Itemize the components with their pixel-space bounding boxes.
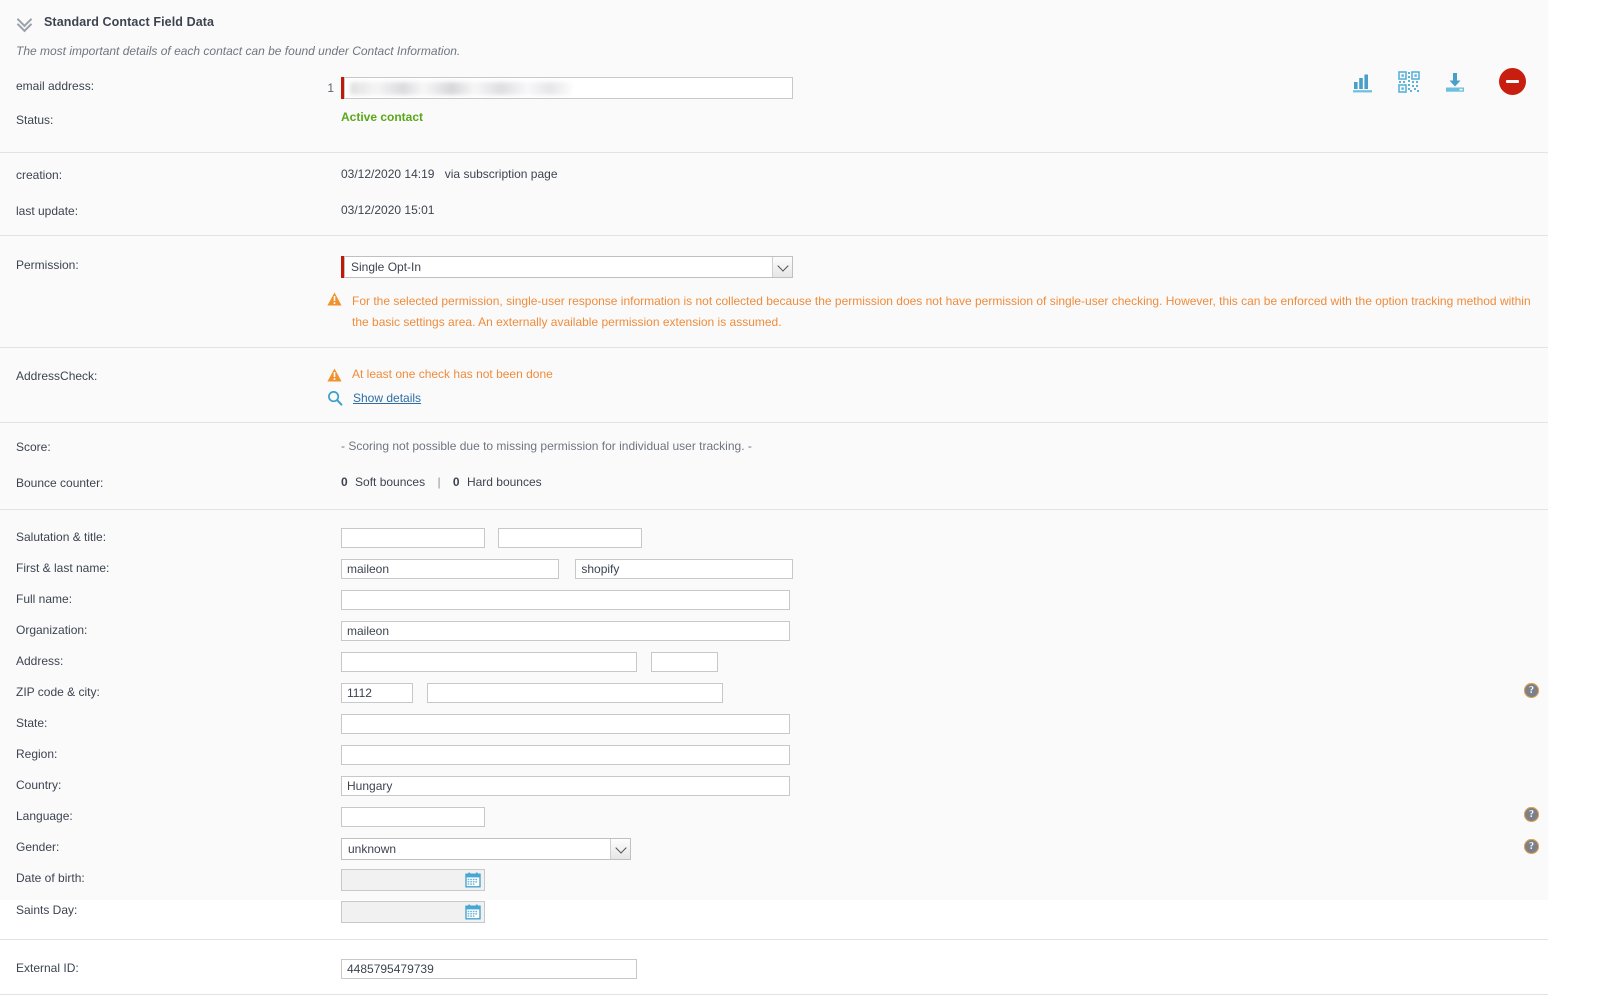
- row-bounce-counter: Bounce counter: 0 Soft bounces | 0 Hard …: [0, 471, 1548, 497]
- zip-city-help-icon[interactable]: ?: [1524, 683, 1539, 698]
- external-id-input[interactable]: [341, 959, 637, 979]
- country-input[interactable]: [341, 776, 790, 796]
- warning-triangle-icon: [327, 368, 342, 382]
- state-input[interactable]: [341, 714, 790, 734]
- house-number-input[interactable]: [651, 652, 718, 672]
- permission-select[interactable]: Single Opt-In: [344, 256, 793, 278]
- first-last-name-label: First & last name:: [16, 556, 320, 575]
- row-email-address: email address: 1: [0, 74, 1548, 100]
- first-name-input[interactable]: [341, 559, 559, 579]
- row-first-last-name: First & last name:: [0, 556, 1548, 582]
- salutation-title-label: Salutation & title:: [16, 525, 320, 544]
- row-status: Status: Active contact: [0, 108, 1548, 134]
- show-details-link[interactable]: Show details: [353, 391, 421, 405]
- saints-day-label: Saints Day:: [16, 898, 320, 917]
- gender-label: Gender:: [16, 835, 320, 854]
- creation-source: via subscription page: [445, 167, 558, 181]
- permission-warning-text: For the selected permission, single-user…: [352, 291, 1548, 333]
- creation-label: creation:: [16, 163, 320, 182]
- email-address-label: email address:: [16, 74, 320, 93]
- address-check-label: AddressCheck:: [16, 364, 320, 383]
- row-date-of-birth: Date of birth:: [0, 866, 1548, 893]
- date-of-birth-label: Date of birth:: [16, 866, 320, 885]
- row-language: Language: ?: [0, 804, 1548, 830]
- hard-bounce-count: 0: [453, 475, 460, 489]
- date-of-birth-input[interactable]: [342, 870, 465, 890]
- country-label: Country:: [16, 773, 320, 792]
- status-badge: Active contact: [341, 110, 423, 124]
- address-check-warning-text: At least one check has not been done: [352, 367, 553, 381]
- contact-detail-page: Standard Contact Field Data The most imp…: [0, 0, 1548, 900]
- date-of-birth-field[interactable]: [341, 869, 485, 891]
- chevron-down-icon[interactable]: [610, 839, 630, 859]
- score-value: - Scoring not possible due to missing pe…: [341, 439, 752, 453]
- creation-value: 03/12/2020 14:19: [341, 167, 434, 181]
- hard-bounce-label: Hard bounces: [467, 475, 542, 489]
- row-address: Address:: [0, 649, 1548, 675]
- last-update-value: 03/12/2020 15:01: [341, 203, 434, 217]
- email-index: 1: [320, 81, 334, 95]
- gender-selected-value: unknown: [342, 839, 610, 859]
- organization-label: Organization:: [16, 618, 320, 637]
- row-full-name: Full name:: [0, 587, 1548, 613]
- region-input[interactable]: [341, 745, 790, 765]
- row-country: Country:: [0, 773, 1548, 799]
- state-label: State:: [16, 711, 320, 730]
- page-title: Standard Contact Field Data: [44, 15, 214, 29]
- external-id-label: External ID:: [16, 956, 320, 975]
- language-input[interactable]: [341, 807, 485, 827]
- row-saints-day: Saints Day:: [0, 898, 1548, 925]
- full-name-input[interactable]: [341, 590, 790, 610]
- row-permission: Permission: Single Opt-In: [0, 253, 1548, 279]
- address-label: Address:: [16, 649, 320, 668]
- soft-bounce-count: 0: [341, 475, 348, 489]
- zip-code-input[interactable]: [341, 683, 413, 703]
- section-description: The most important details of each conta…: [16, 44, 1548, 58]
- row-score: Score: - Scoring not possible due to mis…: [0, 435, 1548, 461]
- title-input[interactable]: [498, 528, 642, 548]
- row-salutation-title: Salutation & title:: [0, 525, 1548, 551]
- full-name-label: Full name:: [16, 587, 320, 606]
- region-label: Region:: [16, 742, 320, 761]
- language-label: Language:: [16, 804, 320, 823]
- redacted-email-value: [350, 82, 572, 95]
- double-chevron-down-icon[interactable]: [16, 15, 34, 29]
- row-external-id: External ID:: [0, 956, 1548, 982]
- row-region: Region:: [0, 742, 1548, 768]
- bounce-counter-label: Bounce counter:: [16, 471, 320, 490]
- calendar-icon[interactable]: [465, 872, 481, 888]
- section-header: Standard Contact Field Data: [0, 0, 1548, 33]
- street-input[interactable]: [341, 652, 637, 672]
- row-gender: Gender: unknown ?: [0, 835, 1548, 861]
- email-address-input[interactable]: [344, 77, 793, 99]
- soft-bounce-label: Soft bounces: [355, 475, 425, 489]
- saints-day-input[interactable]: [342, 902, 465, 922]
- row-state: State:: [0, 711, 1548, 737]
- salutation-input[interactable]: [341, 528, 485, 548]
- last-name-input[interactable]: [575, 559, 793, 579]
- row-creation: creation: 03/12/2020 14:19 via subscript…: [0, 163, 1548, 189]
- magnifier-icon[interactable]: [327, 390, 343, 406]
- gender-help-icon[interactable]: ?: [1524, 839, 1539, 854]
- last-update-label: last update:: [16, 199, 320, 218]
- status-label: Status:: [16, 108, 320, 127]
- calendar-icon[interactable]: [465, 904, 481, 920]
- bounce-separator: |: [437, 475, 440, 489]
- chevron-down-icon[interactable]: [772, 257, 792, 277]
- warning-triangle-icon: [327, 292, 342, 306]
- row-permission-warning: For the selected permission, single-user…: [0, 288, 1548, 333]
- permission-selected-value: Single Opt-In: [345, 257, 772, 277]
- row-last-update: last update: 03/12/2020 15:01: [0, 199, 1548, 225]
- row-organization: Organization:: [0, 618, 1548, 644]
- row-address-check: AddressCheck: At least one check has not…: [0, 364, 1548, 406]
- language-help-icon[interactable]: ?: [1524, 807, 1539, 822]
- zip-city-label: ZIP code & city:: [16, 680, 320, 699]
- gender-select[interactable]: unknown: [341, 838, 631, 860]
- score-label: Score:: [16, 435, 320, 454]
- saints-day-field[interactable]: [341, 901, 485, 923]
- city-input[interactable]: [427, 683, 723, 703]
- row-zip-city: ZIP code & city: ?: [0, 680, 1548, 706]
- permission-label: Permission:: [16, 253, 320, 272]
- organization-input[interactable]: [341, 621, 790, 641]
